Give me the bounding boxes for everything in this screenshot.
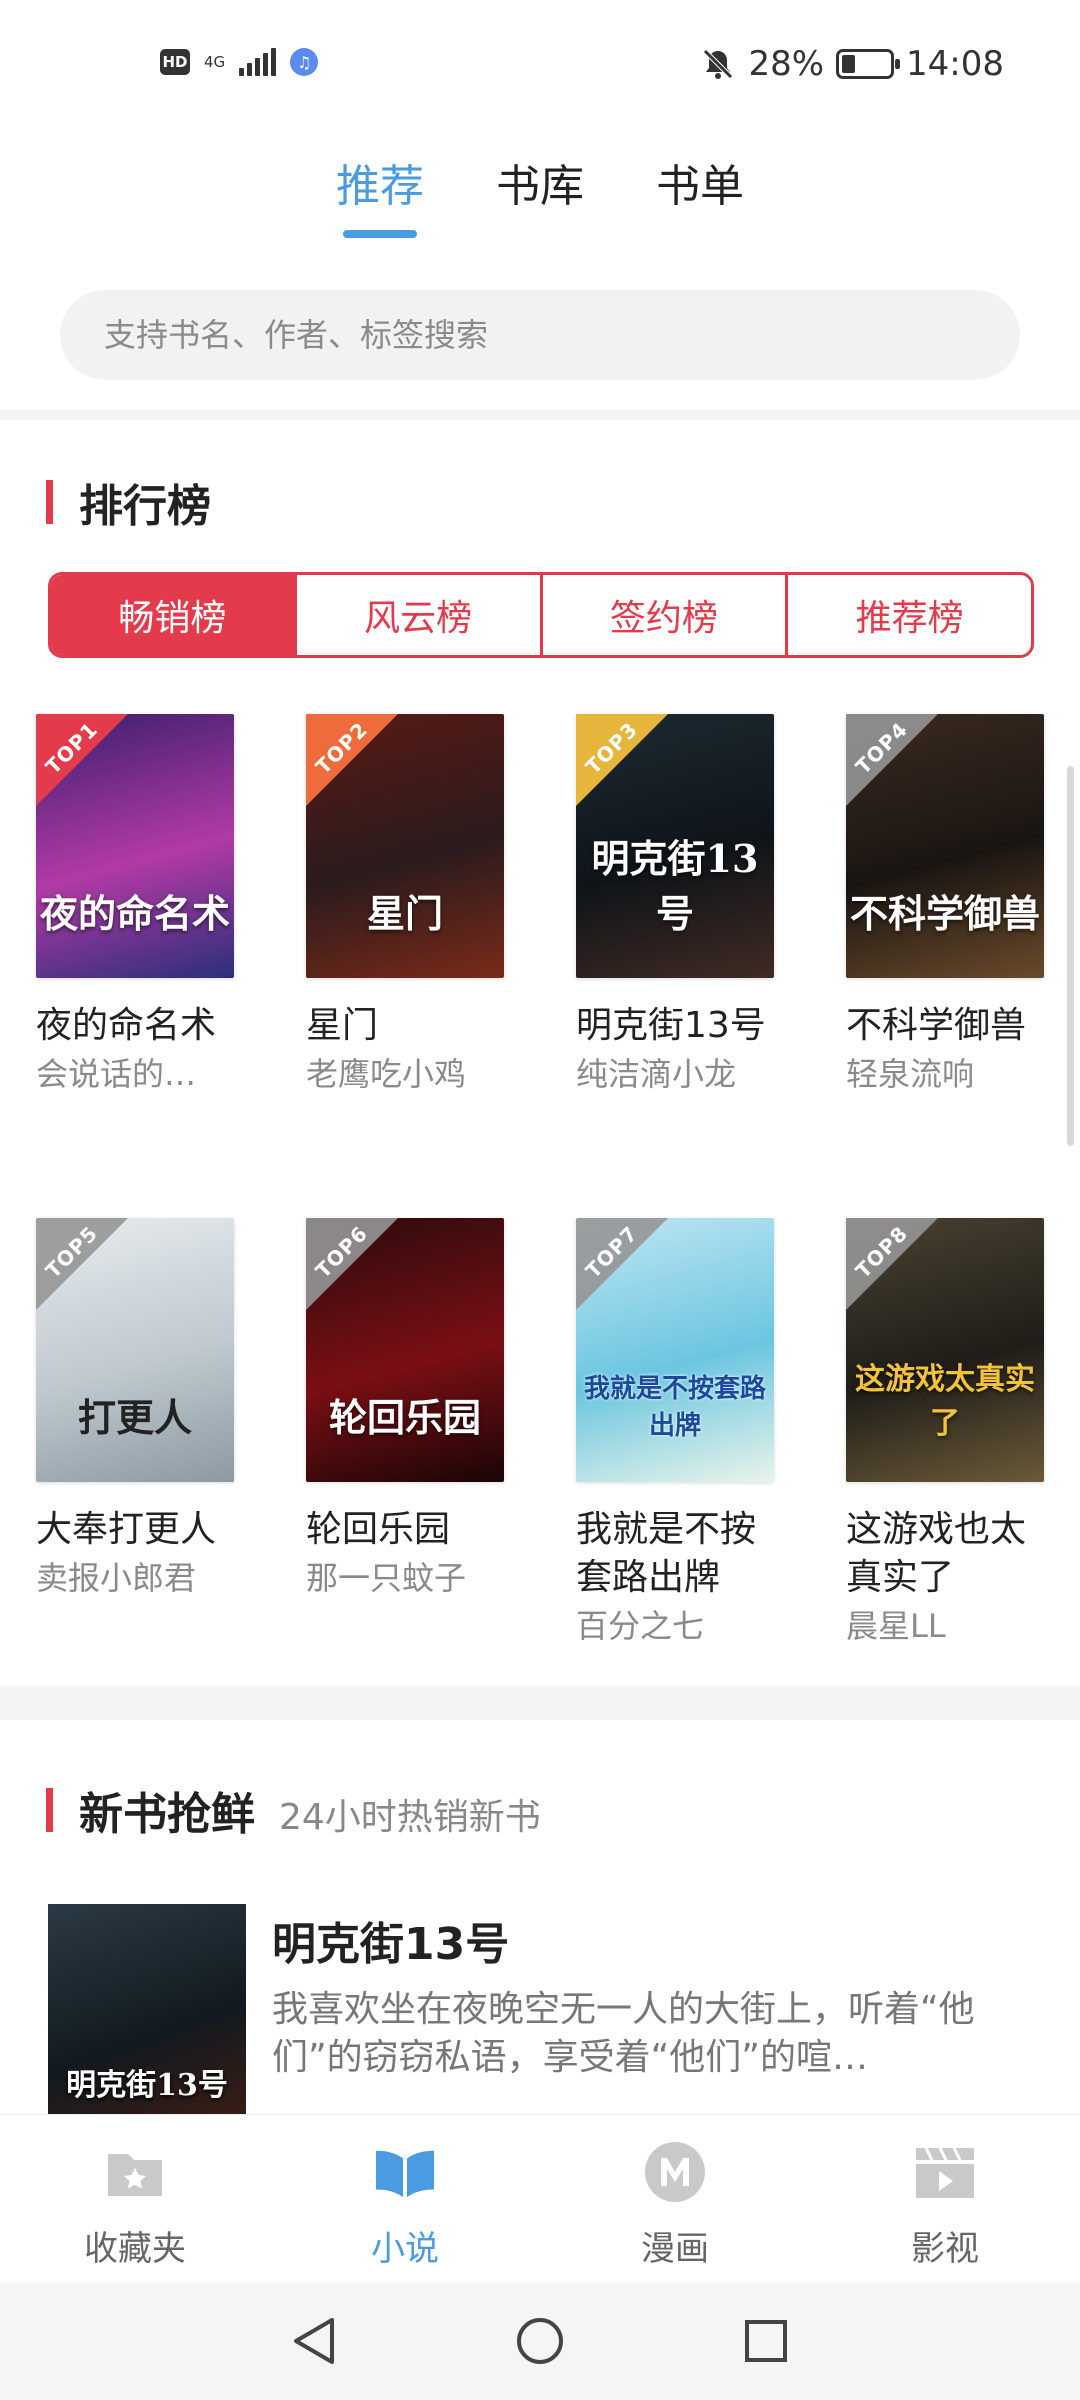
nav-label: 漫画 xyxy=(641,2229,709,2269)
book-cover[interactable]: 轮回乐园 TOP6 xyxy=(306,1218,504,1482)
book-cover[interactable]: 不科学御兽 TOP4 xyxy=(846,714,1044,978)
book-title[interactable]: 这游戏也太真实了 xyxy=(846,1506,1056,1602)
book-card[interactable]: 夜的命名术 TOP1 夜的命名术 会说话的… xyxy=(36,714,268,1218)
book-card[interactable]: 星门 TOP2 星门 老鹰吃小鸡 xyxy=(306,714,538,1218)
battery-icon xyxy=(836,49,901,79)
battery-level-fill xyxy=(842,55,856,73)
book-card[interactable]: 不科学御兽 TOP4 不科学御兽 轻泉流响 xyxy=(846,714,1078,1218)
section-accent-bar xyxy=(46,480,53,524)
new-books-title: 新书抢鲜 xyxy=(79,1789,255,1840)
book-cover[interactable]: 星门 TOP2 xyxy=(306,714,504,978)
book-card[interactable]: 打更人 TOP5 大奉打更人 卖报小郎君 xyxy=(36,1218,268,1722)
system-navigation-bar xyxy=(0,2282,1080,2400)
video-clapper-icon xyxy=(914,2141,976,2203)
cover-title: 打更人 xyxy=(77,1395,192,1440)
nav-favorites[interactable]: 收藏夹 xyxy=(0,2115,270,2282)
book-cover[interactable]: 夜的命名术 TOP1 xyxy=(36,714,234,978)
book-card[interactable]: 这游戏太真实了 TOP8 这游戏也太真实了 晨星LL xyxy=(846,1218,1078,1722)
book-cover[interactable]: 我就是不按套路出牌 TOP7 xyxy=(576,1218,774,1482)
ranking-header: 排行榜 xyxy=(46,470,211,534)
section-divider xyxy=(0,410,1080,420)
clock: 14:08 xyxy=(906,44,1004,84)
book-cover[interactable]: 这游戏太真实了 TOP8 xyxy=(846,1218,1044,1482)
cover-title: 星门 xyxy=(366,891,443,936)
scrollbar[interactable] xyxy=(1067,766,1074,1146)
tab-booklists[interactable]: 书单 xyxy=(656,150,744,238)
new-books-subtitle: 24小时热销新书 xyxy=(279,1797,541,1838)
new-books-header: 新书抢鲜 24小时热销新书 xyxy=(46,1778,541,1842)
battery-percent: 28% xyxy=(748,44,825,84)
nav-label: 小说 xyxy=(371,2229,439,2269)
featured-book-title[interactable]: 明克街13号 xyxy=(272,1908,509,1972)
tab-recommended[interactable]: 推荐榜 xyxy=(785,575,1031,655)
book-author: 卖报小郎君 xyxy=(36,1559,197,1597)
recents-icon[interactable] xyxy=(736,2311,796,2371)
book-author: 晨星LL xyxy=(846,1607,946,1645)
search-bar[interactable] xyxy=(60,290,1020,380)
status-right: 28% 14:08 xyxy=(700,44,1004,84)
tab-signed[interactable]: 签约榜 xyxy=(539,575,786,655)
tab-library[interactable]: 书库 xyxy=(496,150,584,238)
featured-book-cover[interactable]: 明克街13号 xyxy=(48,1904,246,2114)
bottom-navigation: 收藏夹 小说 漫画 影视 xyxy=(0,2114,1080,2282)
book-author: 老鹰吃小鸡 xyxy=(306,1055,467,1093)
book-title[interactable]: 星门 xyxy=(306,1002,516,1050)
home-icon[interactable] xyxy=(510,2311,570,2371)
cover-title: 明克街13号 xyxy=(591,836,759,936)
back-icon[interactable] xyxy=(284,2311,344,2371)
book-title[interactable]: 明克街13号 xyxy=(576,1002,786,1050)
nav-videos[interactable]: 影视 xyxy=(810,2115,1080,2282)
book-card[interactable]: 我就是不按套路出牌 TOP7 我就是不按套路出牌 百分之七 xyxy=(576,1218,808,1722)
hd-badge: HD xyxy=(160,49,190,75)
section-divider xyxy=(0,1686,1080,1720)
book-author: 纯洁滴小龙 xyxy=(576,1055,737,1093)
top-tabs: 推荐 书库 书单 xyxy=(0,150,1080,238)
book-card[interactable]: 轮回乐园 TOP6 轮回乐园 那一只蚊子 xyxy=(306,1218,538,1722)
comic-m-icon xyxy=(644,2141,706,2203)
tab-recommend[interactable]: 推荐 xyxy=(336,150,424,238)
tab-trending[interactable]: 风云榜 xyxy=(293,575,540,655)
ranking-title: 排行榜 xyxy=(79,481,211,532)
book-author: 那一只蚊子 xyxy=(306,1559,467,1597)
signal-icon xyxy=(239,48,277,76)
cover-title: 这游戏太真实了 xyxy=(855,1362,1035,1441)
featured-book-description: 我喜欢坐在夜晚空无一人的大街上，听着“他们”的窃窃私语，享受着“他们”的喧… xyxy=(272,1989,975,2078)
book-author: 轻泉流响 xyxy=(846,1055,975,1093)
book-title[interactable]: 大奉打更人 xyxy=(36,1506,246,1554)
cover-title: 不科学御兽 xyxy=(849,891,1040,936)
nav-label: 收藏夹 xyxy=(84,2229,186,2269)
book-title[interactable]: 我就是不按套路出牌 xyxy=(576,1506,786,1602)
ranking-book-grid: 夜的命名术 TOP1 夜的命名术 会说话的… 星门 TOP2 星门 老鹰吃小鸡 … xyxy=(36,714,1046,1722)
network-indicator: 4G xyxy=(204,52,226,71)
nav-comics[interactable]: 漫画 xyxy=(540,2115,810,2282)
book-author: 百分之七 xyxy=(576,1607,705,1645)
status-bar: HD 4G ♫ 28% 14:08 xyxy=(0,0,1080,110)
book-title[interactable]: 轮回乐园 xyxy=(306,1506,516,1554)
cover-title: 轮回乐园 xyxy=(328,1395,481,1440)
mute-bell-icon xyxy=(703,49,734,79)
book-title[interactable]: 不科学御兽 xyxy=(846,1002,1056,1050)
cover-title: 夜的命名术 xyxy=(39,891,230,936)
ranking-tabs: 畅销榜 风云榜 签约榜 推荐榜 xyxy=(48,572,1034,658)
tab-bestseller[interactable]: 畅销榜 xyxy=(51,575,294,655)
book-cover[interactable]: 明克街13号 TOP3 xyxy=(576,714,774,978)
book-title[interactable]: 夜的命名术 xyxy=(36,1002,246,1050)
status-left: HD 4G ♫ xyxy=(160,48,319,76)
nav-novels[interactable]: 小说 xyxy=(270,2115,540,2282)
nav-label: 影视 xyxy=(911,2229,979,2269)
cover-title: 明克街13号 xyxy=(66,2068,228,2103)
cover-title: 我就是不按套路出牌 xyxy=(583,1374,766,1441)
music-app-icon: ♫ xyxy=(290,48,319,76)
book-card[interactable]: 明克街13号 TOP3 明克街13号 纯洁滴小龙 xyxy=(576,714,808,1218)
book-cover[interactable]: 打更人 TOP5 xyxy=(36,1218,234,1482)
search-input[interactable] xyxy=(104,316,1020,354)
favorites-folder-icon xyxy=(104,2141,166,2203)
network-type: 4G xyxy=(204,52,226,71)
open-book-icon xyxy=(374,2141,436,2203)
section-accent-bar xyxy=(46,1788,53,1832)
book-author: 会说话的… xyxy=(36,1055,197,1093)
